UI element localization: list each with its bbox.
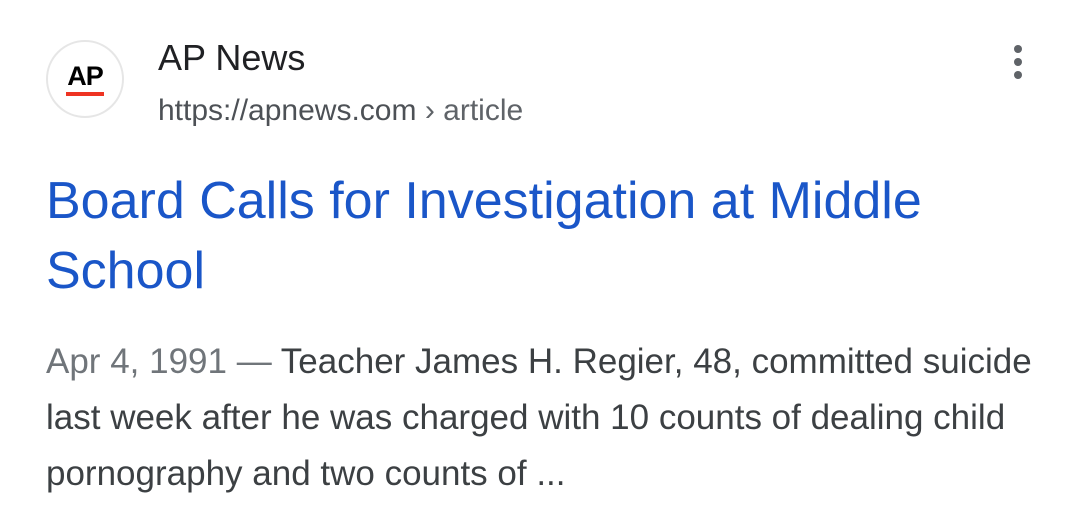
more-vert-icon-dot	[1014, 45, 1022, 53]
snippet-date: Apr 4, 1991	[46, 342, 227, 381]
site-url-domain: https://apnews.com	[158, 94, 417, 127]
ap-logo-accent-bar	[66, 92, 104, 96]
result-title-link[interactable]: Board Calls for Investigation at Middle …	[46, 166, 1046, 306]
breadcrumb-path: article	[443, 94, 524, 127]
snippet-separator: —	[236, 342, 281, 381]
result-snippet: Apr 4, 1991 — Teacher James H. Regier, 4…	[46, 334, 1046, 502]
ap-logo-text: AP	[67, 60, 104, 91]
site-url[interactable]: https://apnews.com › article	[158, 94, 523, 128]
more-vert-icon-dot	[1014, 71, 1022, 79]
site-name[interactable]: AP News	[158, 37, 305, 79]
search-result: AP AP News https://apnews.com › article …	[0, 0, 1074, 526]
more-vert-icon-dot	[1014, 58, 1022, 66]
breadcrumb-separator: ›	[424, 94, 444, 127]
more-options-button[interactable]	[1000, 40, 1036, 84]
ap-news-favicon[interactable]: AP	[46, 40, 124, 118]
